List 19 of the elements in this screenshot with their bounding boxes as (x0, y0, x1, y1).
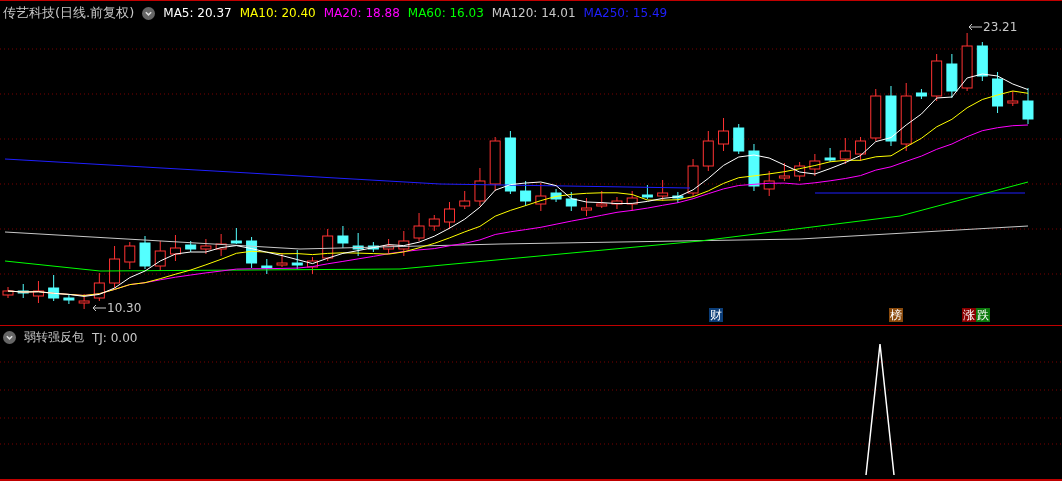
moving-average-value: MA20: 18.88 (323, 6, 400, 20)
dropdown-chevron-icon[interactable] (3, 331, 16, 344)
moving-average-value: MA250: 15.49 (583, 6, 668, 20)
price-label: 23.21 (983, 20, 1018, 34)
leader-arrow-icon (92, 304, 106, 312)
dropdown-chevron-icon[interactable] (142, 6, 156, 20)
event-marker[interactable]: 涨 (962, 308, 976, 322)
moving-average-value: MA120: 14.01 (491, 6, 576, 20)
moving-average-value: MA10: 20.40 (239, 6, 316, 20)
event-marker[interactable]: 财 (709, 308, 723, 322)
indicator-value: TJ: 0.00 (92, 330, 138, 345)
price-label: 10.30 (107, 301, 142, 315)
event-marker[interactable]: 跌 (976, 308, 990, 322)
leader-arrow-icon (968, 23, 982, 31)
moving-average-value: MA60: 16.03 (407, 6, 484, 20)
indicator-name: 弱转强反包 (24, 329, 84, 346)
event-marker[interactable]: 榜 (889, 308, 903, 322)
moving-average-value: MA5: 20.37 (163, 6, 232, 20)
stock-title: 传艺科技(日线.前复权) (3, 4, 135, 22)
